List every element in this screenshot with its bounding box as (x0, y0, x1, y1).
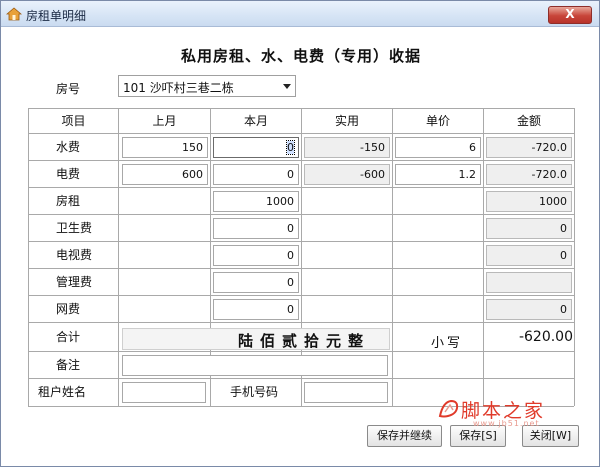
grid-line (574, 108, 575, 406)
electric-used-field: -600 (304, 164, 390, 185)
row-label-tv: 电视费 (56, 248, 93, 262)
electric-unit-price-input[interactable]: 1.2 (395, 164, 481, 185)
sanitation-this-month-input[interactable]: 0 (213, 218, 299, 239)
tv-amount-field: 0 (486, 245, 572, 266)
row-label-management: 管理费 (56, 275, 93, 289)
tenant-name-label: 租户姓名 (38, 385, 87, 399)
tv-this-month-input[interactable]: 0 (213, 245, 299, 266)
management-amount-field (486, 272, 572, 293)
total-in-words: 陆佰贰拾元整 (238, 332, 371, 350)
total-label: 合计 (56, 330, 81, 344)
column-header-used: 实用 (334, 114, 359, 128)
grid-line (28, 108, 29, 406)
grid-line (28, 241, 574, 242)
row-label-sanitation: 卫生费 (56, 221, 93, 235)
grid-line (28, 351, 574, 352)
room-label: 房号 (56, 82, 81, 96)
column-header-amount: 金额 (516, 114, 541, 128)
tenant-name-input[interactable] (122, 382, 206, 403)
note-input[interactable] (122, 355, 388, 376)
grid-line (28, 160, 574, 161)
grid-line (118, 108, 119, 406)
watermark: 脚本之家 www.jb51.net (433, 396, 583, 436)
save-and-continue-button[interactable]: 保存并继续 (367, 425, 442, 447)
house-icon (6, 7, 22, 21)
water-unit-price-input[interactable]: 6 (395, 137, 481, 158)
room-select[interactable]: 101 沙吓村三巷二栋 (118, 75, 296, 97)
total-small-label: 小写 (431, 336, 464, 351)
grid-line (483, 108, 484, 406)
phone-input[interactable] (304, 382, 388, 403)
water-used-field: -150 (304, 137, 390, 158)
grid-line (392, 108, 393, 406)
title-bar[interactable]: 房租单明细 X (1, 1, 599, 27)
grid-line (28, 187, 574, 188)
grid-line (28, 214, 574, 215)
internet-this-month-input[interactable]: 0 (213, 299, 299, 320)
grid-line (28, 133, 574, 134)
window-title: 房租单明细 (26, 9, 87, 23)
watermark-url: www.jb51.net (473, 419, 540, 428)
water-this-month-value: 0 (286, 140, 295, 155)
dialog-window: 房租单明细 X 私用房租、水、电费（专用）收据 房号 101 沙吓村三巷二栋 项… (0, 0, 600, 467)
page-title: 私用房租、水、电费（专用）收据 (180, 47, 421, 65)
phone-label: 手机号码 (230, 385, 279, 399)
electric-last-month-input[interactable]: 600 (122, 164, 208, 185)
row-label-water: 水费 (56, 140, 81, 154)
sanitation-amount-field: 0 (486, 218, 572, 239)
rent-amount-field: 1000 (486, 191, 572, 212)
row-label-electric: 电费 (56, 167, 81, 181)
grid-line (28, 378, 574, 379)
watermark-logo-icon (438, 399, 459, 418)
column-header-this-month: 本月 (243, 114, 268, 128)
water-this-month-input[interactable]: 0 (213, 137, 299, 158)
column-header-item: 项目 (61, 114, 86, 128)
water-amount-field: -720.0 (486, 137, 572, 158)
column-header-unit-price: 单价 (425, 114, 450, 128)
chevron-down-icon[interactable] (283, 84, 291, 89)
internet-amount-field: 0 (486, 299, 572, 320)
grid-line (28, 268, 574, 269)
rent-this-month-input[interactable]: 1000 (213, 191, 299, 212)
total-amount: -620.00 (518, 329, 573, 345)
grid-line (28, 295, 574, 296)
electric-amount-field: -720.0 (486, 164, 572, 185)
column-header-last-month: 上月 (152, 114, 177, 128)
note-label: 备注 (56, 358, 81, 372)
water-last-month-input[interactable]: 150 (122, 137, 208, 158)
window-close-button[interactable]: X (548, 6, 592, 24)
grid-line (28, 322, 574, 323)
management-this-month-input[interactable]: 0 (213, 272, 299, 293)
room-select-value: 101 沙吓村三巷二栋 (123, 81, 234, 95)
electric-this-month-input[interactable]: 0 (213, 164, 299, 185)
row-label-rent: 房租 (56, 194, 81, 208)
row-label-internet: 网费 (56, 302, 81, 316)
